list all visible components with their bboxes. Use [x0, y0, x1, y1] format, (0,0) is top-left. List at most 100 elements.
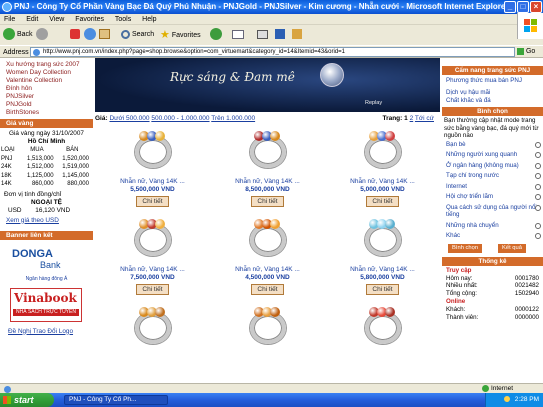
radio-button[interactable]: [535, 162, 541, 169]
menu-file[interactable]: File: [4, 16, 15, 23]
product-name[interactable]: Nhẫn nữ, Vàng 14K ...: [325, 178, 440, 186]
guide-link-material[interactable]: Chất khắc và đá: [442, 97, 543, 105]
taskbar-item-ie[interactable]: PNJ - Công Ty Cổ Ph...: [64, 395, 168, 405]
product-image[interactable]: [355, 216, 411, 264]
radio-button[interactable]: [535, 194, 541, 200]
print-button[interactable]: [257, 28, 268, 42]
sidebar-link-women-day[interactable]: Women Day Collection: [0, 69, 93, 77]
product-name[interactable]: Nhẫn nữ, Vàng 14K ...: [95, 266, 210, 274]
maximize-button[interactable]: □: [517, 1, 529, 13]
guide-link-buy-sell[interactable]: Phương thức mua bán PNJ: [442, 77, 543, 85]
back-button[interactable]: Back: [3, 28, 33, 42]
product-card: Nhẫn nữ, Vàng 14K ... 5,500,000 VND Chi …: [95, 128, 210, 207]
forward-button[interactable]: [36, 28, 48, 42]
product-image[interactable]: [125, 128, 181, 176]
sidebar-link-trend[interactable]: Xu hướng trang sức 2007: [0, 61, 93, 69]
stat-row: Khách: 0000122: [442, 306, 543, 314]
radio-button[interactable]: [535, 141, 541, 148]
poll-option[interactable]: Những nhà chuyển: [442, 222, 543, 230]
radio-button[interactable]: [535, 173, 541, 179]
detail-button[interactable]: Chi tiết: [136, 196, 169, 207]
detail-button[interactable]: Chi tiết: [366, 284, 399, 295]
radio-button[interactable]: [535, 152, 541, 158]
detail-button[interactable]: Chi tiết: [251, 284, 284, 295]
vote-button[interactable]: Bình chọn: [448, 243, 483, 253]
radio-button[interactable]: [535, 222, 541, 229]
refresh-button[interactable]: [84, 28, 96, 42]
close-button[interactable]: ×: [530, 1, 542, 13]
home-button[interactable]: [99, 28, 110, 42]
promo-banner[interactable]: Rực sáng & Đam mê Replay: [95, 58, 440, 112]
product-card: Nhẫn nữ, Vàng 14K ... 5,800,000 VND Chi …: [325, 216, 440, 295]
radio-button[interactable]: [535, 183, 541, 190]
start-button[interactable]: start: [0, 393, 54, 407]
product-name[interactable]: Nhẫn nữ, Vàng 14K ...: [95, 178, 210, 186]
filter-500k-1m[interactable]: 500.000 - 1.000.000: [151, 115, 209, 122]
product-card: Nhẫn nữ, Vàng 14K ... 5,000,000 VND Chi …: [325, 128, 440, 207]
product-image[interactable]: [240, 304, 296, 352]
search-button[interactable]: Search: [121, 28, 154, 42]
poll-option[interactable]: Khác: [442, 232, 543, 240]
stats-title: Truy cập: [446, 266, 472, 274]
menu-view[interactable]: View: [49, 16, 64, 23]
menu-help[interactable]: Help: [142, 16, 156, 23]
address-input[interactable]: http://www.pnj.com.vn/index.php?page=sho…: [30, 47, 515, 57]
discuss-button[interactable]: [292, 28, 302, 42]
product-name[interactable]: Nhẫn nữ, Vàng 14K ...: [210, 266, 325, 274]
page-2-link[interactable]: 2: [410, 115, 414, 122]
go-button[interactable]: Go: [517, 47, 541, 57]
donga-bank-logo[interactable]: DONGA Bank: [12, 248, 82, 276]
product-image[interactable]: [125, 216, 181, 264]
menu-tools[interactable]: Tools: [115, 16, 131, 23]
poll-option[interactable]: Hội chợ triển lãm: [442, 193, 543, 201]
stop-button[interactable]: [70, 28, 80, 42]
radio-button[interactable]: [535, 204, 541, 211]
windows-logo: [517, 13, 543, 39]
product-name[interactable]: Nhẫn nữ, Vàng 14K ...: [325, 266, 440, 274]
product-image[interactable]: [355, 304, 411, 352]
poll-option[interactable]: Những người xung quanh: [442, 151, 543, 159]
product-image[interactable]: [355, 128, 411, 176]
system-tray: 2:28 PM: [485, 393, 543, 407]
radio-button[interactable]: [535, 233, 541, 239]
detail-button[interactable]: Chi tiết: [251, 196, 284, 207]
product-image[interactable]: [240, 128, 296, 176]
history-button[interactable]: [210, 28, 222, 42]
sidebar-link-pnjsilver[interactable]: PNJSilver: [0, 93, 93, 101]
menu-favorites[interactable]: Favorites: [75, 16, 104, 23]
product-image[interactable]: [240, 216, 296, 264]
poll-option-label: Tạp chí trong nước: [446, 172, 499, 179]
poll-option[interactable]: Qua cách sử dụng của người nổi tiếng: [442, 204, 543, 219]
vinabook-logo[interactable]: Vinabook NHÀ SÁCH TRỰC TUYẾN: [10, 287, 82, 322]
detail-button[interactable]: Chi tiết: [366, 196, 399, 207]
filter-under-500k[interactable]: Dưới 500.000: [109, 115, 149, 122]
results-button[interactable]: Kết quả: [498, 243, 526, 253]
product-image[interactable]: [125, 304, 181, 352]
fx-row: USD 16,120 VND: [0, 207, 93, 215]
next-page-link[interactable]: Tới cứ: [415, 115, 434, 122]
search-label: Search: [131, 31, 155, 38]
poll-option[interactable]: Ở ngân hàng (không mua): [442, 162, 543, 170]
edit-button[interactable]: [275, 28, 285, 42]
fx-usd-link[interactable]: Xem giá theo USD: [0, 217, 93, 225]
partner-link[interactable]: Đề Nghị Trao Đổi Logo: [0, 328, 93, 336]
minimize-button[interactable]: _: [504, 1, 516, 13]
mail-button[interactable]: [232, 28, 244, 42]
poll-option[interactable]: Tạp chí trong nước: [442, 172, 543, 180]
product-name[interactable]: Nhẫn nữ, Vàng 14K ...: [210, 178, 325, 186]
gemstone: [154, 307, 165, 317]
poll-option[interactable]: Internet: [442, 183, 543, 191]
sidebar-link-pnjgold[interactable]: PNJGold: [0, 101, 93, 109]
replay-button[interactable]: Replay: [365, 100, 382, 106]
tray-volume-icon[interactable]: [503, 396, 510, 403]
poll-option[interactable]: Bạn bè: [442, 141, 543, 149]
favorites-button[interactable]: ★ Favorites: [160, 28, 201, 42]
detail-button[interactable]: Chi tiết: [136, 284, 169, 295]
sidebar-link-valentine[interactable]: Valentine Collection: [0, 77, 93, 85]
filter-over-1m[interactable]: Trên 1.000.000: [211, 115, 255, 122]
menu-edit[interactable]: Edit: [26, 16, 38, 23]
sidebar-link-birthstones[interactable]: BirthStones: [0, 109, 93, 117]
guide-link-after-sale[interactable]: Dịch vụ hậu mãi: [442, 89, 543, 97]
taskbar-item-label: PNJ - Công Ty Cổ Ph...: [69, 396, 137, 403]
sidebar-link-engagement[interactable]: Đính hôn: [0, 85, 93, 93]
